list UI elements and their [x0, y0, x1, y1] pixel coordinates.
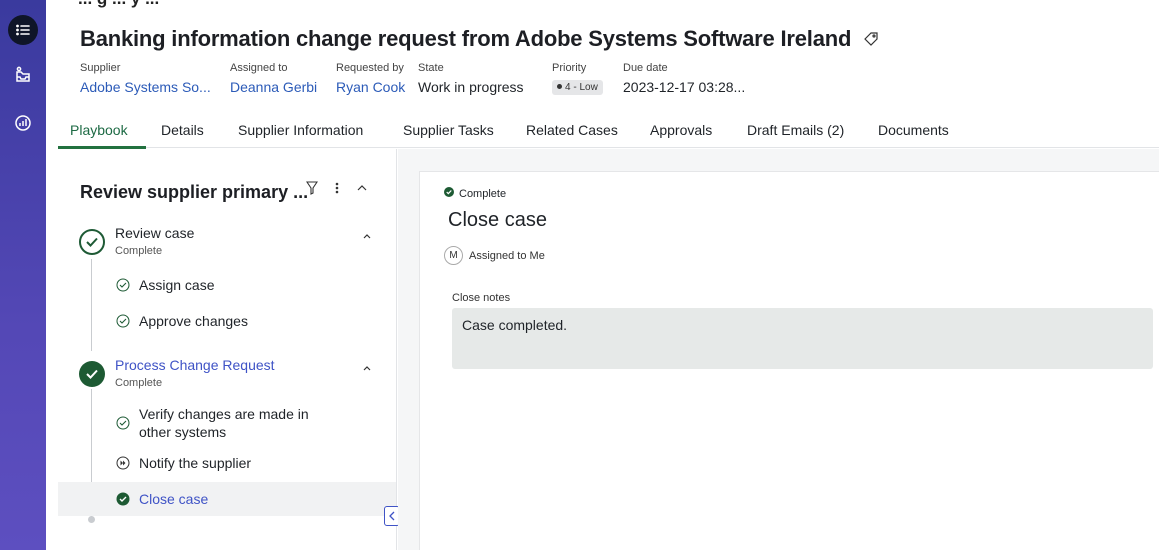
playbook-heading: Review supplier primary ...: [80, 182, 309, 202]
priority-badge-text: 4 - Low: [565, 82, 598, 93]
task-title: Close case: [448, 209, 547, 231]
stage-title-process-change-request[interactable]: Process Change Request: [115, 357, 275, 373]
avatar: M: [444, 246, 463, 265]
task-label: Assign case: [139, 277, 215, 293]
due-date-value: 2023-12-17 03:28...: [623, 79, 746, 95]
chevron-up-icon[interactable]: [362, 363, 372, 375]
supplier-label: Supplier: [80, 62, 121, 74]
task-notify-supplier[interactable]: Notify the supplier: [58, 446, 396, 480]
tab-approvals[interactable]: Approvals: [650, 122, 712, 138]
playbook-panel: Review supplier primary ... Review case …: [58, 149, 400, 550]
task-approve-changes[interactable]: Approve changes: [58, 304, 396, 338]
assigned-to-field: Assigned to Deanna Gerbi: [230, 62, 317, 95]
requested-by-label: Requested by: [336, 62, 404, 74]
case-title-row: Banking information change request from …: [80, 26, 879, 52]
menu-icon[interactable]: [8, 15, 38, 45]
skip-circle-icon: [116, 456, 130, 470]
stage-complete-outline-icon: [79, 229, 105, 255]
supplier-link[interactable]: Adobe Systems So...: [80, 79, 211, 95]
tab-draft-emails[interactable]: Draft Emails (2): [747, 122, 844, 138]
analytics-icon[interactable]: [8, 108, 38, 138]
more-options-icon[interactable]: [335, 181, 339, 198]
close-notes-field[interactable]: Case completed.: [452, 308, 1153, 369]
task-verify-changes[interactable]: Verify changes are made in other systems: [58, 401, 396, 445]
inbox-icon[interactable]: [8, 60, 38, 90]
priority-dot-icon: [557, 84, 562, 89]
connector-end-dot: [88, 516, 95, 523]
priority-field: Priority 4 - Low: [552, 62, 603, 95]
filter-icon[interactable]: [305, 181, 319, 198]
task-label-line-1: Verify changes are made in: [139, 406, 309, 422]
stage-status: Complete: [115, 377, 163, 389]
task-detail-area: Complete Close case M Assigned to Me Clo…: [398, 149, 1159, 550]
page-title: Banking information change request from …: [80, 26, 852, 51]
tab-details[interactable]: Details: [161, 122, 204, 138]
task-label: Verify changes are made in other systems: [139, 405, 309, 441]
status-text: Complete: [459, 187, 507, 200]
task-label-line-2: other systems: [139, 424, 227, 440]
clipped-header-text: ... g ... y ...: [78, 0, 159, 8]
collapse-up-icon[interactable]: [356, 181, 368, 198]
priority-badge: 4 - Low: [552, 80, 603, 95]
tab-supplier-information[interactable]: Supplier Information: [238, 122, 363, 138]
close-notes-label: Close notes: [452, 292, 511, 304]
tab-related-cases[interactable]: Related Cases: [526, 122, 618, 138]
priority-label: Priority: [552, 62, 587, 74]
state-field: State Work in progress: [418, 62, 524, 95]
tab-documents[interactable]: Documents: [878, 122, 949, 138]
check-circle-outline-icon: [116, 278, 130, 292]
state-label: State: [418, 62, 444, 74]
tab-bar: Playbook Details Supplier Information Su…: [58, 118, 1159, 148]
task-label: Notify the supplier: [139, 455, 252, 471]
task-assign-case[interactable]: Assign case: [58, 268, 396, 302]
task-assignee[interactable]: M Assigned to Me: [444, 246, 545, 265]
assignee-text: Assigned to Me: [469, 249, 545, 262]
requested-by-link[interactable]: Ryan Cook: [336, 79, 405, 95]
left-nav-rail: [0, 0, 46, 550]
priority-value: 4 - Low: [552, 79, 603, 95]
stage-status: Complete: [115, 245, 163, 257]
requested-by-field: Requested by Ryan Cook: [336, 62, 405, 95]
check-circle-filled-icon: [116, 492, 130, 506]
chevron-up-icon[interactable]: [362, 231, 372, 243]
due-date-label: Due date: [623, 62, 668, 74]
status-complete-icon: [444, 187, 454, 200]
assigned-to-link[interactable]: Deanna Gerbi: [230, 79, 317, 95]
assigned-to-label: Assigned to: [230, 62, 288, 74]
stage-complete-filled-icon: [79, 361, 105, 387]
task-close-case[interactable]: Close case: [58, 482, 396, 516]
tab-playbook[interactable]: Playbook: [70, 122, 128, 138]
check-circle-outline-icon: [116, 416, 130, 430]
clipped-header-fragment: ... g ... y ...: [66, 0, 326, 8]
state-value: Work in progress: [418, 79, 524, 95]
stage-title-review-case[interactable]: Review case: [115, 225, 194, 241]
task-label: Close case: [139, 491, 209, 507]
tag-icon[interactable]: [863, 31, 879, 47]
check-circle-outline-icon: [116, 314, 130, 328]
playbook-tools: [305, 181, 368, 198]
due-date-field: Due date 2023-12-17 03:28...: [623, 62, 745, 95]
tab-supplier-tasks[interactable]: Supplier Tasks: [403, 122, 494, 138]
supplier-field: Supplier Adobe Systems So...: [80, 62, 211, 95]
task-status: Complete: [444, 187, 506, 200]
task-detail-card: Complete Close case M Assigned to Me Clo…: [419, 171, 1159, 550]
task-label: Approve changes: [139, 313, 248, 329]
